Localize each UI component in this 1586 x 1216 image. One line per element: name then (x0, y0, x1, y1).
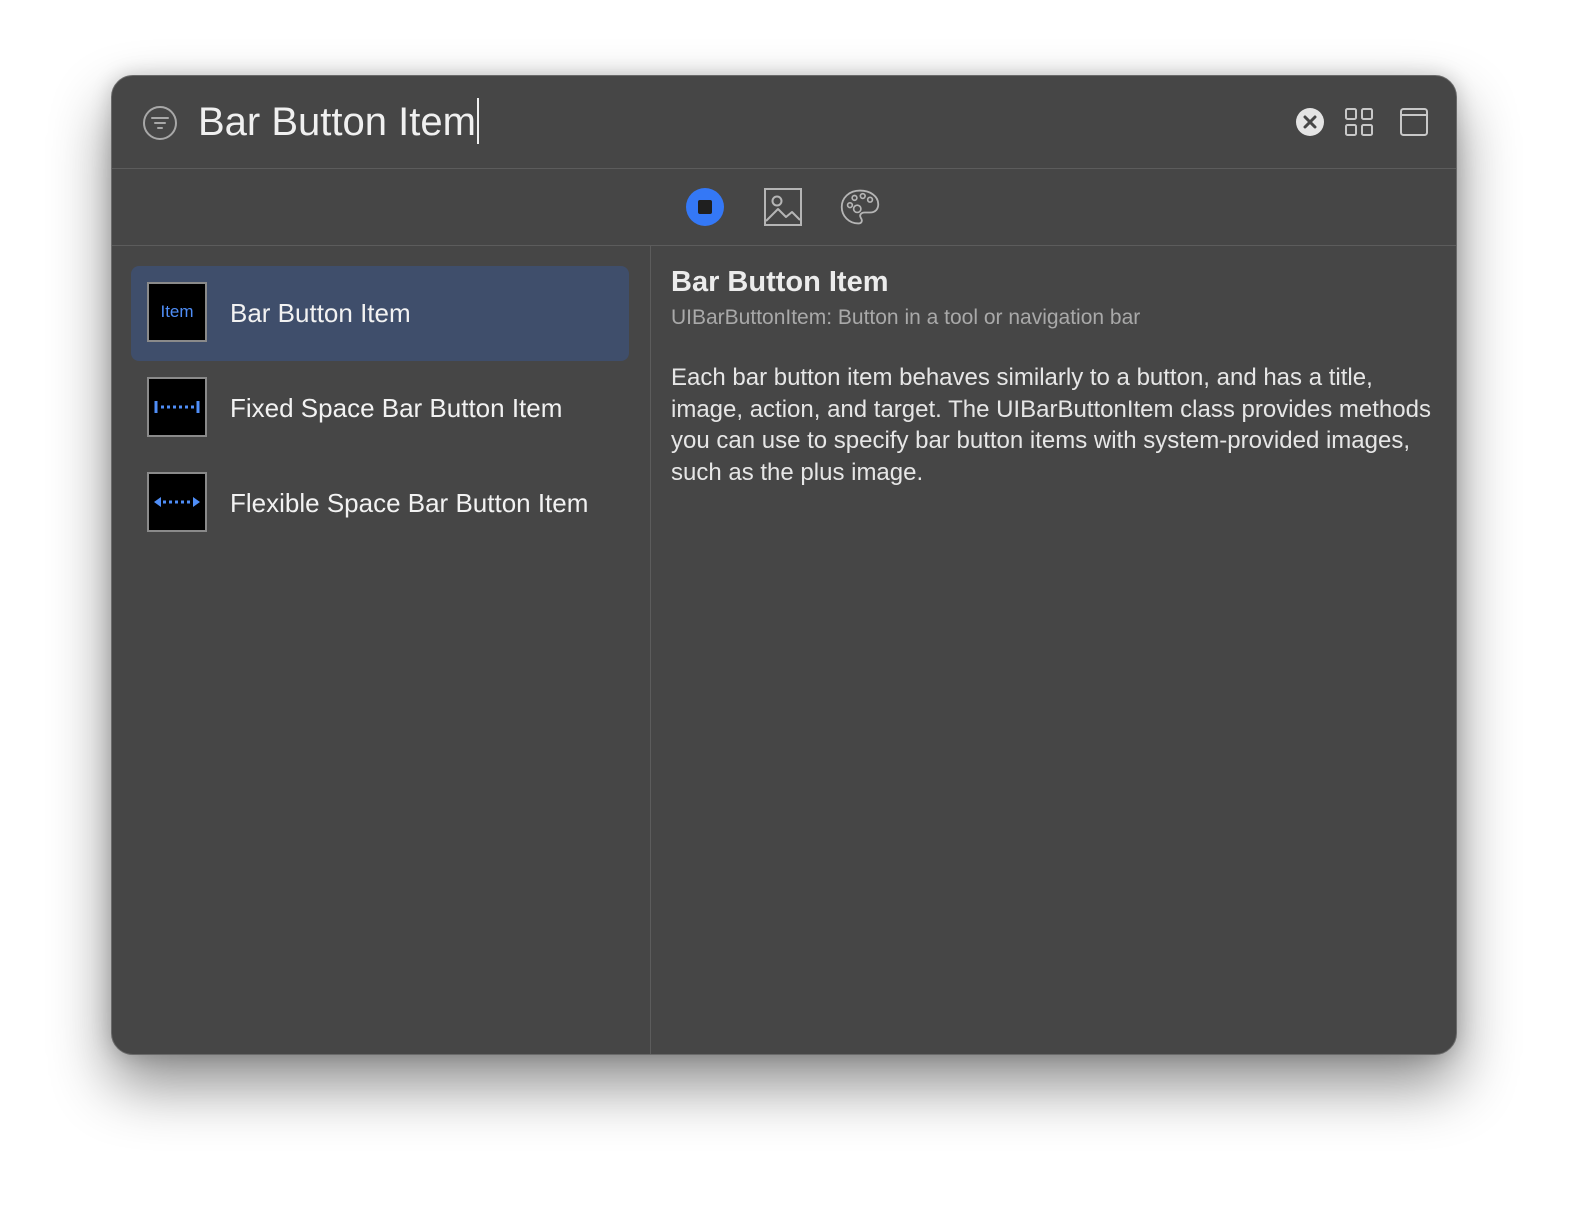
grid-view-icon[interactable] (1344, 107, 1374, 137)
color-palette-icon[interactable] (839, 186, 881, 228)
filter-icon[interactable] (142, 105, 178, 141)
detail-title: Bar Button Item (671, 266, 889, 298)
list-item-fixed-space[interactable]: Fixed Space Bar Button Item (131, 361, 629, 456)
text-caret (476, 98, 479, 144)
list-item-label: Flexible Space Bar Button Item (230, 488, 589, 518)
window-icon[interactable] (1399, 107, 1429, 137)
media-library-icon[interactable] (762, 186, 804, 228)
clear-icon[interactable] (1295, 107, 1325, 137)
search-bar: Bar Button Item (112, 76, 1456, 169)
thumbnail-text: Item (160, 302, 194, 321)
fixed-space-icon (154, 401, 200, 413)
search-input-text: Bar Button Item (198, 100, 476, 144)
search-input[interactable]: Bar Button Item (198, 94, 479, 150)
detail-subtitle: UIBarButtonItem: Button in a tool or nav… (671, 306, 1141, 329)
library-category-bar (112, 168, 1456, 246)
fixed-space-thumbnail-icon (147, 377, 207, 437)
list-item-label: Fixed Space Bar Button Item (230, 393, 563, 423)
bar-button-item-thumbnail: Item (147, 282, 207, 342)
list-item-flexible-space[interactable]: Flexible Space Bar Button Item (131, 456, 629, 551)
detail-panel: Bar Button Item UIBarButtonItem: Button … (651, 246, 1456, 1054)
objects-library-icon[interactable] (684, 186, 726, 228)
flexible-space-icon (154, 497, 200, 507)
flexible-space-thumbnail-icon (147, 472, 207, 532)
list-item-bar-button-item[interactable]: Item Bar Button Item (131, 266, 629, 361)
results-list: Item Bar Button Item Fixed Space Bar But… (112, 246, 651, 1054)
list-item-label: Bar Button Item (230, 298, 411, 328)
library-window: Bar Button Item Item Bar Button Item Fix… (111, 75, 1457, 1055)
detail-description: Each bar button item behaves similarly t… (671, 364, 1431, 486)
